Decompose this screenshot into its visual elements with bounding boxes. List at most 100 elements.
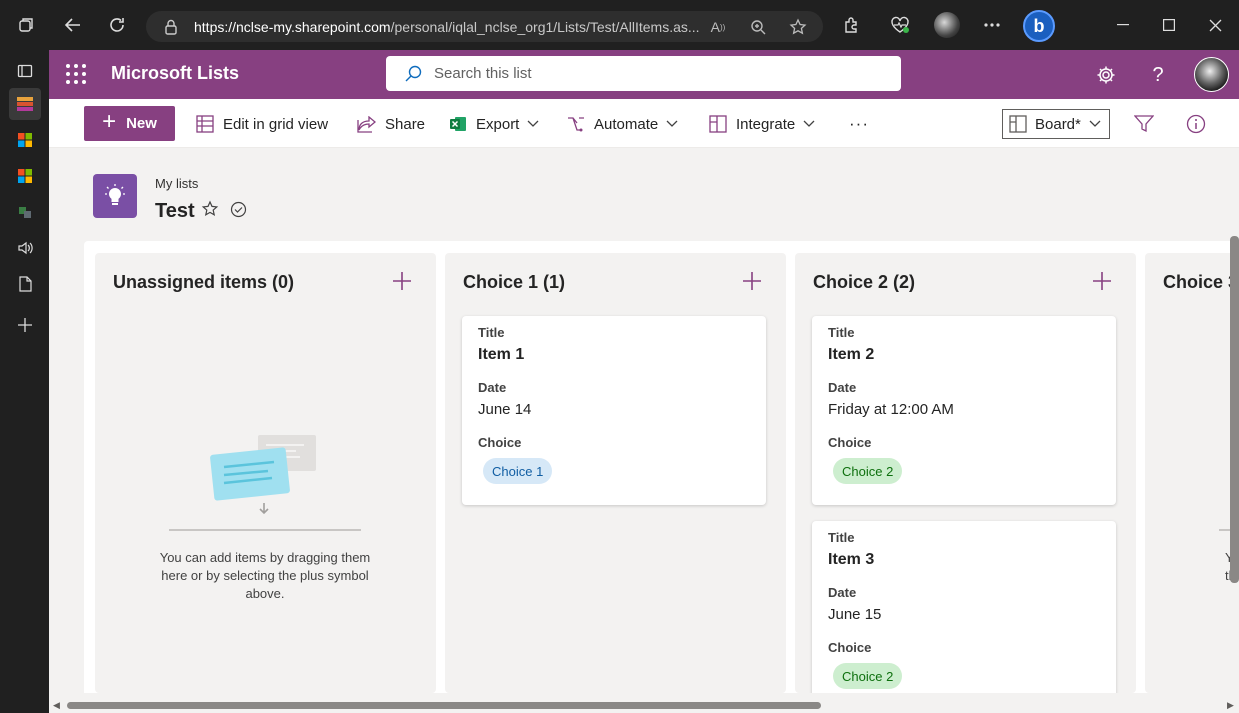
- empty-board-illustration: [210, 435, 316, 515]
- document-icon[interactable]: [9, 268, 41, 300]
- edit-grid-view-button[interactable]: Edit in grid view: [196, 111, 328, 137]
- browser-toolbar: https://nclse-my.sharepoint.com/personal…: [0, 0, 1239, 50]
- scroll-right-icon[interactable]: ▶: [1227, 700, 1237, 710]
- office-icon[interactable]: [9, 124, 41, 156]
- share-button[interactable]: Share: [357, 111, 425, 137]
- card-title[interactable]: Item 1: [478, 346, 524, 364]
- automate-icon: [568, 117, 584, 132]
- microsoft-365-icon[interactable]: [9, 160, 41, 192]
- column-title: Unassigned items (0): [113, 272, 295, 292]
- browser-essentials-icon[interactable]: [884, 9, 916, 41]
- info-icon[interactable]: [1183, 111, 1209, 137]
- export-button[interactable]: Export: [449, 111, 539, 137]
- list-lightbulb-icon: [93, 174, 137, 218]
- scroll-left-icon[interactable]: ◀: [53, 700, 63, 710]
- column-title: Choice 2 (2): [813, 272, 916, 292]
- board-view-icon: [1009, 115, 1027, 133]
- favorite-star-icon[interactable]: [788, 17, 808, 37]
- chevron-down-icon: [527, 120, 539, 127]
- column-title: Choice 1 (1): [463, 272, 566, 292]
- search-icon: [405, 65, 422, 81]
- search-input[interactable]: Search this list: [434, 65, 532, 82]
- board-column-choice-2: Choice 2 (2) Title Item 2 Date Friday at…: [795, 253, 1136, 693]
- horizontal-scrollbar[interactable]: ◀ ▶: [49, 697, 1239, 713]
- back-icon[interactable]: [57, 9, 89, 41]
- card-field-label: Choice: [828, 640, 872, 655]
- choice-pill: Choice 2: [833, 458, 903, 484]
- card-field-label: Date: [828, 380, 857, 395]
- help-icon[interactable]: ?: [1143, 60, 1173, 90]
- integrate-icon: [709, 115, 727, 133]
- profile-avatar[interactable]: [934, 12, 960, 38]
- more-commands-button[interactable]: ···: [849, 111, 869, 137]
- card-date: June 14: [478, 401, 532, 418]
- add-item-plus-icon[interactable]: [390, 269, 414, 293]
- workspaces-icon[interactable]: [10, 9, 42, 41]
- breadcrumb[interactable]: My lists: [155, 176, 198, 191]
- scrollbar-thumb[interactable]: [67, 702, 821, 709]
- view-selector[interactable]: Board*: [1002, 109, 1110, 139]
- favorite-star-icon[interactable]: [201, 200, 219, 218]
- card-field-label: Date: [478, 380, 507, 395]
- add-item-plus-icon[interactable]: [1090, 269, 1114, 293]
- card-field-label: Date: [828, 585, 857, 600]
- card-field-label: Title: [478, 325, 505, 340]
- account-avatar[interactable]: [1194, 57, 1229, 92]
- card-title[interactable]: Item 3: [828, 551, 874, 569]
- address-url: https://nclse-my.sharepoint.com/personal…: [194, 18, 699, 35]
- new-button[interactable]: + New: [84, 106, 175, 141]
- settings-gear-icon[interactable]: [1091, 60, 1121, 90]
- grid-icon: [196, 115, 214, 133]
- automate-button[interactable]: Automate: [567, 111, 678, 137]
- integrate-button[interactable]: Integrate: [709, 111, 815, 137]
- card-field-label: Title: [828, 325, 855, 340]
- filter-icon[interactable]: [1131, 111, 1157, 137]
- browser-sidebar: [0, 50, 49, 713]
- choice-pill: Choice 2: [833, 663, 903, 689]
- board-column-unassigned: Unassigned items (0) You can add items b…: [95, 253, 436, 693]
- card-date: June 15: [828, 606, 882, 623]
- chevron-down-icon: [666, 120, 678, 127]
- minimize-icon[interactable]: [1107, 9, 1139, 41]
- sync-status-icon[interactable]: [230, 201, 247, 218]
- read-aloud-icon[interactable]: A)): [708, 17, 728, 37]
- close-icon[interactable]: [1199, 9, 1231, 41]
- address-bar[interactable]: https://nclse-my.sharepoint.com/personal…: [146, 11, 823, 42]
- board-card[interactable]: Title Item 1 Date June 14 Choice Choice …: [462, 316, 766, 505]
- lock-icon: [165, 19, 177, 35]
- board-card[interactable]: Title Item 2 Date Friday at 12:00 AM Cho…: [812, 316, 1116, 505]
- page-title[interactable]: Test: [155, 200, 195, 223]
- divider: [169, 529, 361, 531]
- card-field-label: Choice: [478, 435, 522, 450]
- bing-copilot-icon[interactable]: b: [1023, 10, 1055, 42]
- empty-column-message: You can add items by dragging them here …: [159, 550, 371, 601]
- more-options-icon[interactable]: [976, 9, 1008, 41]
- column-title: Choice 3: [1163, 272, 1239, 292]
- maximize-icon[interactable]: [1153, 9, 1185, 41]
- tab-actions-icon[interactable]: [9, 55, 41, 87]
- tools-icon[interactable]: [9, 196, 41, 228]
- card-field-label: Title: [828, 530, 855, 545]
- board: Unassigned items (0) You can add items b…: [84, 241, 1239, 693]
- extensions-icon[interactable]: [835, 9, 867, 41]
- app-launcher-icon[interactable]: [65, 63, 87, 85]
- excel-icon: [450, 117, 466, 131]
- share-icon: [357, 115, 376, 133]
- card-title[interactable]: Item 2: [828, 346, 874, 364]
- search-box[interactable]: Search this list: [386, 56, 901, 91]
- app-brand[interactable]: Microsoft Lists: [111, 63, 239, 84]
- card-field-label: Choice: [828, 435, 872, 450]
- speaker-icon[interactable]: [9, 232, 41, 264]
- vertical-scrollbar[interactable]: [1230, 236, 1239, 583]
- plus-icon: +: [102, 108, 117, 135]
- board-card[interactable]: Title Item 3 Date June 15 Choice Choice …: [812, 521, 1116, 693]
- refresh-icon[interactable]: [101, 9, 133, 41]
- add-sidebar-icon[interactable]: [9, 309, 41, 341]
- chevron-down-icon: [803, 120, 815, 127]
- chevron-down-icon: [1089, 120, 1101, 127]
- board-column-choice-1: Choice 1 (1) Title Item 1 Date June 14 C…: [445, 253, 786, 693]
- lists-app-icon[interactable]: [9, 88, 41, 120]
- zoom-icon[interactable]: [748, 17, 768, 37]
- command-bar: + New Edit in grid view Share Export Auto…: [49, 99, 1239, 148]
- add-item-plus-icon[interactable]: [740, 269, 764, 293]
